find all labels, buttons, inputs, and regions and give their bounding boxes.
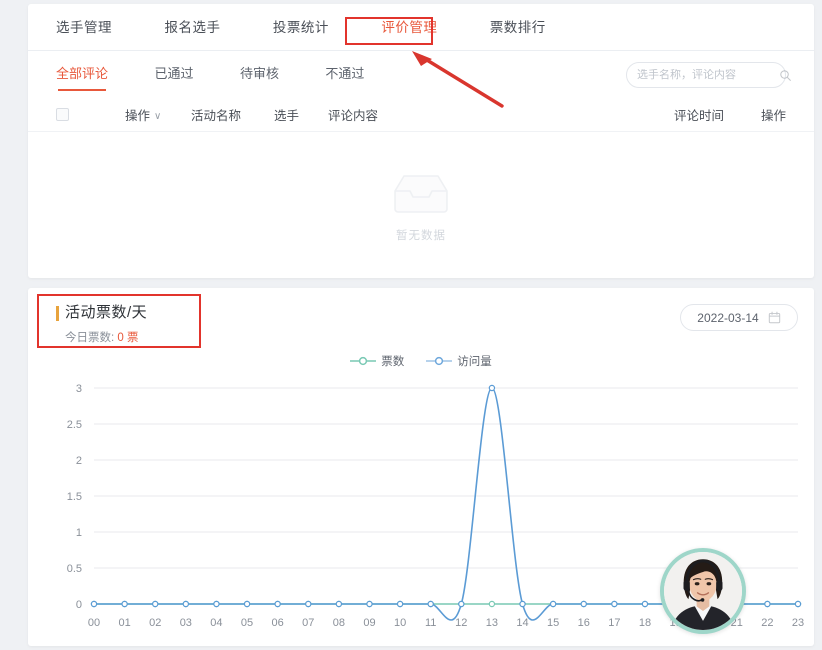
svg-text:3: 3 [76, 383, 82, 395]
column-header-comment-time: 评论时间 [673, 108, 724, 123]
svg-text:2: 2 [76, 455, 82, 467]
table-body-empty-state: 暂无数据 [28, 131, 814, 278]
subtab-all-comments[interactable]: 全部评论 [56, 51, 108, 97]
today-vote-count: 0 票 [117, 332, 139, 344]
main-tab-bar: 选手管理 报名选手 投票统计 评价管理 票数排行 [28, 4, 814, 51]
svg-text:02: 02 [149, 617, 161, 629]
empty-state-text: 暂无数据 [396, 229, 446, 242]
svg-text:0.5: 0.5 [67, 563, 82, 575]
svg-text:12: 12 [455, 617, 467, 629]
search-icon [780, 69, 791, 81]
svg-text:17: 17 [608, 617, 620, 629]
svg-text:2.5: 2.5 [67, 419, 82, 431]
svg-text:05: 05 [241, 617, 253, 629]
svg-text:0: 0 [76, 599, 82, 611]
column-header-player: 选手 [274, 108, 300, 123]
calendar-icon [768, 311, 780, 324]
legend-label-votes: 票数 [381, 356, 405, 368]
svg-text:23: 23 [792, 617, 804, 629]
chart-subtitle: 今日票数: 0 票 [56, 329, 814, 345]
comment-filter-bar: 全部评论 已通过 待审核 不通过 [28, 51, 814, 97]
table-header-row: 操作 ∨ 活动名称 选手 评论内容 评论时间 操作 [28, 97, 814, 131]
date-picker[interactable]: 2022-03-14 [680, 304, 798, 331]
select-all-checkbox[interactable] [56, 107, 69, 121]
subtab-rejected[interactable]: 不通过 [325, 51, 364, 97]
tab-registered-players[interactable]: 报名选手 [164, 4, 220, 51]
svg-text:11: 11 [425, 617, 436, 629]
svg-text:10: 10 [394, 617, 406, 629]
svg-text:09: 09 [363, 617, 375, 629]
svg-text:13: 13 [486, 617, 498, 629]
svg-text:04: 04 [210, 617, 222, 629]
customer-service-avatar[interactable] [660, 548, 746, 634]
svg-text:1.5: 1.5 [67, 491, 82, 503]
svg-text:16: 16 [578, 617, 590, 629]
search-box[interactable] [626, 62, 791, 88]
legend-item-votes[interactable]: 票数 [350, 353, 404, 369]
svg-text:1: 1 [76, 527, 82, 539]
chart-subtitle-label: 今日票数: [65, 332, 118, 344]
tab-vote-statistics[interactable]: 投票统计 [273, 4, 329, 51]
page-background: 选手管理 报名选手 投票统计 评价管理 票数排行 全部评论 已通过 待审核 不通… [0, 0, 822, 650]
column-header-activity-name: 活动名称 [191, 108, 242, 123]
date-picker-value: 2022-03-14 [697, 310, 759, 325]
subtab-pending-review[interactable]: 待审核 [240, 51, 279, 97]
tab-vote-ranking[interactable]: 票数排行 [490, 4, 546, 51]
svg-text:18: 18 [639, 617, 651, 629]
svg-text:14: 14 [516, 617, 528, 629]
legend-item-visits[interactable]: 访问量 [426, 353, 492, 369]
svg-text:03: 03 [180, 617, 192, 629]
svg-text:15: 15 [547, 617, 559, 629]
legend-label-visits: 访问量 [457, 356, 492, 368]
svg-text:00: 00 [88, 617, 100, 629]
chart-header: 活动票数/天 今日票数: 0 票 2022-03-14 [28, 288, 814, 350]
chevron-down-icon: ∨ [154, 110, 162, 122]
column-header-comment-content: 评论内容 [328, 108, 379, 123]
column-header-operation[interactable]: 操作 ∨ [125, 105, 161, 124]
legend-marker-votes-icon [350, 356, 377, 366]
svg-text:07: 07 [302, 617, 314, 629]
legend-marker-visits-icon [426, 356, 453, 366]
chart-legend: 票数 访问量 [28, 350, 814, 372]
svg-text:22: 22 [761, 617, 773, 629]
svg-text:06: 06 [272, 617, 284, 629]
search-input[interactable] [637, 69, 779, 81]
subtab-approved[interactable]: 已通过 [154, 51, 193, 97]
avatar-image [664, 552, 742, 630]
svg-text:01: 01 [118, 617, 130, 629]
tab-player-management[interactable]: 选手管理 [56, 4, 112, 51]
column-header-action: 操作 [760, 108, 786, 123]
comment-management-card: 选手管理 报名选手 投票统计 评价管理 票数排行 全部评论 已通过 待审核 不通… [28, 4, 814, 278]
inbox-icon [394, 174, 448, 213]
svg-text:08: 08 [333, 617, 345, 629]
tab-comment-management[interactable]: 评价管理 [381, 4, 437, 51]
